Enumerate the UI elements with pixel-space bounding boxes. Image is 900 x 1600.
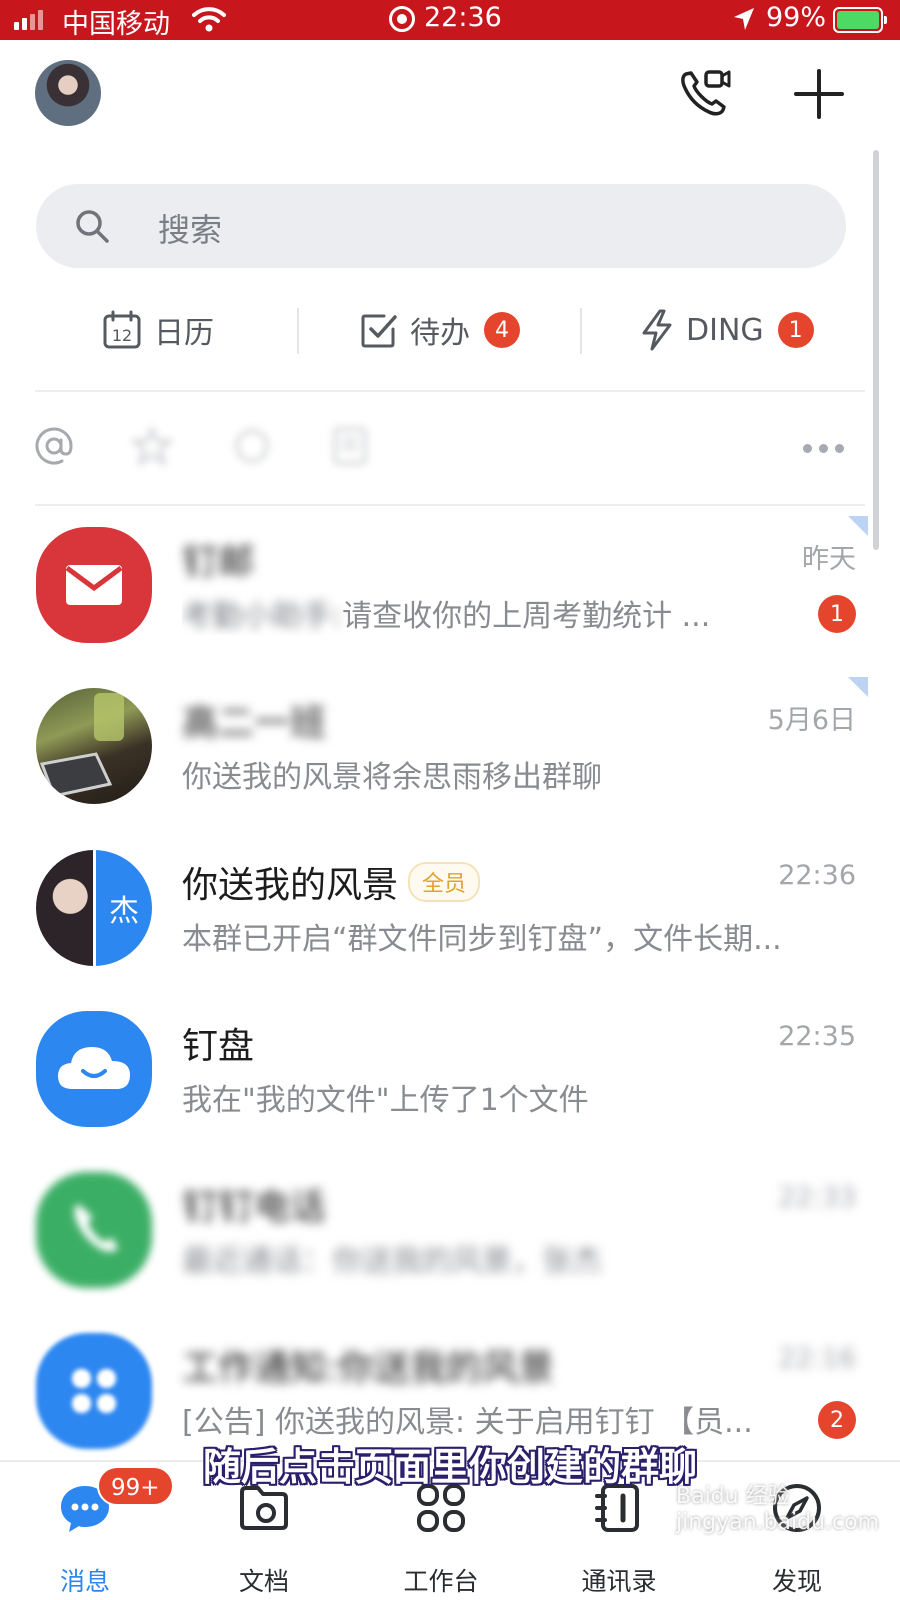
status-bar: 中国移动 22:36 99%: [0, 0, 900, 40]
chat-preview: 本群已开启“群文件同步到钉盘”，文件长期...: [182, 922, 782, 957]
workbench-icon: [36, 1333, 152, 1449]
chat-preview: 考勤小助手:请查收你的上周考勤统计 ...: [182, 591, 842, 635]
battery-percent: 99%: [766, 2, 827, 33]
file-filter-icon[interactable]: [332, 426, 368, 466]
chat-preview-text: 请查收你的上周考勤统计 ...: [342, 599, 711, 634]
chat-preview: 最近通话：你送我的风景，张杰: [182, 1244, 602, 1279]
photo-avatar: [36, 688, 152, 804]
wifi-icon: [192, 6, 226, 39]
search-icon: [74, 208, 110, 248]
user-avatar[interactable]: [35, 60, 101, 126]
nav-discover-label: 发现: [771, 1567, 822, 1596]
shortcut-calendar[interactable]: 12 日历: [102, 300, 214, 360]
todo-count-badge: 4: [484, 312, 520, 348]
video-subtitle: 随后点击页面里你创建的群聊: [202, 1445, 697, 1489]
chat-name: 高二一班: [182, 703, 327, 744]
chat-time: 22:16: [778, 1343, 856, 1374]
shortcut-divider: [580, 308, 582, 354]
nav-contacts[interactable]: 通讯录: [544, 1480, 694, 1600]
chat-time: 22:36: [778, 860, 856, 891]
chat-name: 你送我的风景 全员: [182, 856, 481, 908]
nav-contacts-label: 通讯录: [581, 1567, 657, 1596]
chat-preview: 我在"我的文件"上传了1个文件: [182, 1083, 589, 1118]
shortcut-ding-label: DING: [686, 312, 764, 348]
chat-name: 钉钉电话: [182, 1187, 327, 1228]
shortcut-todo-label: 待办: [410, 316, 470, 351]
video-call-icon[interactable]: [676, 66, 732, 122]
chat-time: 昨天: [802, 544, 856, 575]
chat-time: 22:33: [778, 1182, 856, 1213]
pinned-marker: [848, 677, 868, 697]
cellular-signal-icon: [14, 10, 43, 30]
shortcut-divider: [297, 308, 299, 354]
screen-record-icon: [389, 6, 415, 32]
at-mention-icon[interactable]: [34, 426, 74, 466]
shortcut-ding[interactable]: DING 1: [640, 300, 814, 360]
mail-icon: [36, 527, 152, 643]
chat-preview: [公告] 你送我的风景: 关于启用钉钉 【员...: [182, 1405, 753, 1440]
location-arrow-icon: [732, 6, 756, 39]
star-filter-icon[interactable]: [132, 426, 172, 466]
divider: [35, 390, 865, 392]
chat-row[interactable]: 高二一班 5月6日 你送我的风景将余思雨移出群聊: [0, 688, 900, 848]
chat-name: 钉邮: [182, 542, 255, 583]
scrollbar[interactable]: [873, 150, 879, 550]
member-photo: [36, 850, 93, 966]
nav-docs-label: 文档: [238, 1567, 289, 1596]
shortcut-calendar-label: 日历: [154, 316, 214, 351]
calendar-icon: 12: [102, 310, 142, 350]
battery-icon: [833, 7, 887, 33]
shortcut-todo[interactable]: 待办 4: [360, 300, 520, 360]
lightning-icon: [640, 309, 674, 351]
chat-preview: 你送我的风景将余思雨移出群聊: [182, 760, 602, 795]
search-bar[interactable]: 搜索: [36, 184, 846, 268]
chat-name-text: 你送我的风景: [182, 865, 399, 906]
pinned-marker: [848, 516, 868, 536]
chat-name: 工作通知:你送我的风景: [182, 1348, 555, 1389]
all-members-tag: 全员: [408, 862, 481, 902]
chat-preview-sender: 考勤小助手:: [182, 599, 343, 634]
nav-docs[interactable]: 文档: [189, 1480, 339, 1600]
unread-badge: 1: [818, 595, 856, 633]
chat-time: 22:35: [778, 1021, 856, 1052]
chat-time: 5月6日: [767, 705, 856, 736]
search-placeholder: 搜索: [158, 211, 223, 249]
add-plus-icon[interactable]: [791, 66, 847, 122]
unread-filter-icon[interactable]: [232, 426, 272, 466]
chat-row[interactable]: 钉钉电话 22:33 最近通话：你送我的风景，张杰: [0, 1172, 900, 1332]
carrier-label: 中国移动: [62, 9, 170, 40]
member-initial: 杰: [96, 850, 152, 966]
todo-check-icon: [360, 311, 398, 349]
nav-workbench[interactable]: 工作台: [366, 1480, 516, 1600]
unread-badge: 2: [818, 1401, 856, 1439]
chat-row[interactable]: 钉盘 22:35 我在"我的文件"上传了1个文件: [0, 1011, 900, 1171]
svg-text:12: 12: [112, 326, 132, 345]
group-avatar: 杰: [36, 850, 152, 966]
nav-messages-label: 消息: [59, 1567, 110, 1596]
status-time: 22:36: [424, 2, 502, 33]
more-options-icon[interactable]: [803, 444, 844, 453]
phone-icon: [36, 1172, 152, 1288]
chat-row-target-group[interactable]: 杰 你送我的风景 全员 22:36 本群已开启“群文件同步到钉盘”，文件长期...: [0, 850, 900, 1010]
cloud-icon: [36, 1011, 152, 1127]
filter-row: [0, 420, 900, 480]
ding-count-badge: 1: [777, 312, 814, 348]
nav-workbench-label: 工作台: [403, 1567, 479, 1596]
chat-row[interactable]: 钉邮 昨天 考勤小助手:请查收你的上周考勤统计 ... 1: [0, 527, 900, 687]
divider: [35, 504, 865, 506]
shortcut-bar: 12 日历 待办 4 DING 1: [0, 300, 900, 360]
chat-name: 钉盘: [182, 1026, 255, 1067]
